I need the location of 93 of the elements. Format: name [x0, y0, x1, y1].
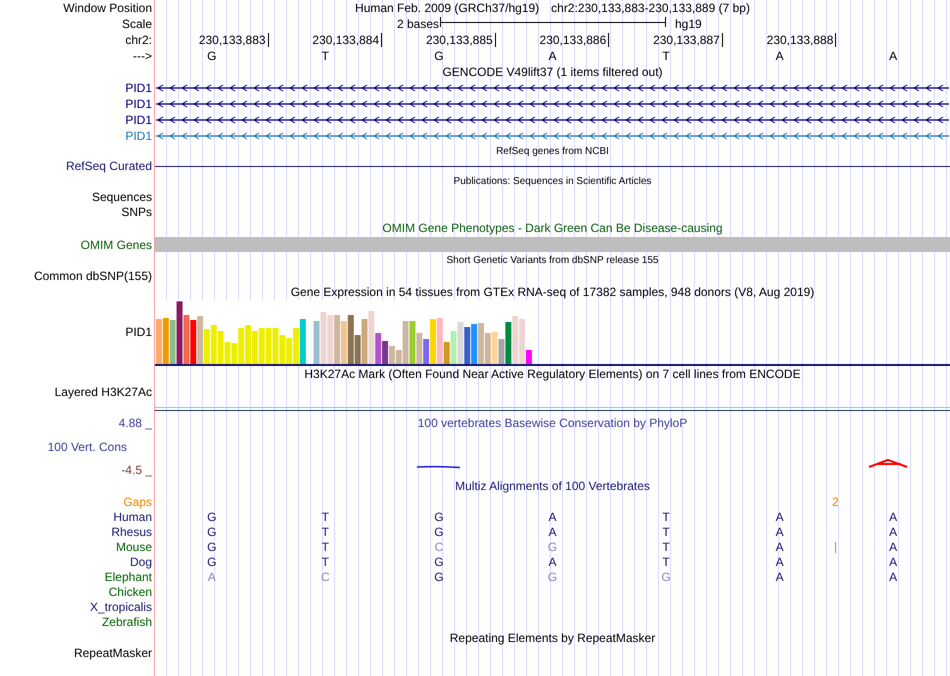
track-label: Gaps [123, 495, 152, 509]
aligned-base: G [434, 555, 444, 569]
aligned-base: G [434, 525, 444, 539]
aligned-base: A [776, 540, 784, 554]
base-letter: A [889, 49, 898, 63]
aligned-base: T [322, 540, 330, 554]
gene-label[interactable]: PID1 [125, 129, 152, 143]
gene-label[interactable]: PID1 [125, 97, 152, 111]
aligned-base: T [662, 540, 670, 554]
aligned-base: G [434, 570, 444, 584]
track-title: OMIM Gene Phenotypes - Dark Green Can Be Disease-causing [382, 221, 723, 235]
gene-label[interactable]: PID1 [125, 113, 152, 127]
track-label: Layered H3K27Ac [54, 385, 152, 399]
track-title: Multiz Alignments of 100 Vertebrates [455, 479, 650, 493]
track-label: RepeatMasker [74, 646, 152, 660]
species-label: Rhesus [111, 525, 152, 539]
aligned-base: A [776, 570, 784, 584]
scale-label: 2 bases [396, 16, 439, 32]
ruler-position: 230,133,885 [426, 33, 496, 47]
aligned-base: G [548, 570, 558, 584]
aligned-base: T [322, 525, 330, 539]
aligned-base: A [548, 525, 556, 539]
aligned-base: A [776, 555, 784, 569]
track-title: 100 vertebrates Basewise Conservation by PhyloP [418, 416, 688, 430]
aligned-base: G [207, 540, 216, 554]
base-letter: A [776, 49, 784, 63]
track-title: RefSeq genes from NCBI [496, 146, 609, 157]
assembly-title: Human Feb. 2009 (GRCh37/hg19) [355, 1, 540, 15]
aligned-base: G [548, 540, 558, 554]
base-letter: A [548, 49, 556, 63]
conservation-signal [416, 466, 460, 468]
base-letter: G [434, 49, 444, 63]
species-label: Dog [130, 555, 152, 569]
track-label: Common dbSNP(155) [34, 269, 152, 283]
aligned-base: T [322, 555, 330, 569]
base-letter: T [662, 49, 670, 63]
base-letter: T [322, 49, 330, 63]
ruler-position: 230,133,888 [766, 33, 836, 47]
aligned-base: C [434, 540, 444, 554]
track-title: Short Genetic Variants from dbSNP release 155 [446, 255, 658, 266]
track-label: chr2: [125, 33, 152, 47]
track-title: GENCODE V49lift37 (1 items filtered out) [442, 65, 663, 79]
track-label: Scale [122, 17, 152, 31]
aligned-base: G [207, 555, 216, 569]
aligned-base: G [207, 510, 216, 524]
ruler-position: 230,133,886 [540, 33, 610, 47]
species-label: X_tropicalis [90, 600, 152, 614]
track-title: Gene Expression in 54 tissues from GTEx RNA-seq of 17382 samples, 948 donors (V8, Aug 2019) [290, 285, 814, 299]
track-label: RefSeq Curated [66, 159, 152, 173]
aligned-base: A [889, 540, 898, 554]
base-letter: G [207, 49, 216, 63]
axis-max-label: 4.88 _ [118, 415, 152, 431]
track-label: ---> [133, 49, 152, 63]
aligned-base: A [889, 555, 898, 569]
aligned-base: T [322, 510, 330, 524]
ruler-position: 230,133,884 [312, 33, 382, 47]
aligned-base: A [548, 555, 556, 569]
track-title: Publications: Sequences in Scientific Articles [454, 176, 652, 187]
track-label: Window Position [63, 1, 152, 15]
species-label: Mouse [116, 540, 152, 554]
aligned-base: G [661, 570, 671, 584]
track-label: 100 Vert. Cons [46, 438, 128, 454]
aligned-base: T [662, 525, 670, 539]
track-label: OMIM Genes [80, 238, 152, 252]
species-label: Zebrafish [102, 615, 152, 629]
track-title: Repeating Elements by RepeatMasker [450, 631, 656, 645]
aligned-base: G [207, 525, 216, 539]
aligned-base: A [776, 525, 784, 539]
species-label: Elephant [104, 570, 152, 584]
track-label: PID1 [125, 324, 152, 340]
aligned-base: A [776, 510, 784, 524]
species-label: Chicken [108, 585, 152, 599]
track-title: H3K27Ac Mark (Often Found Near Active Regulatory Elements) on 7 cell lines from ENCODE [304, 367, 801, 381]
aligned-base: C [321, 570, 330, 584]
aligned-base: T [662, 555, 670, 569]
aligned-base: A [208, 570, 216, 584]
aligned-base: T [662, 510, 670, 524]
axis-min-label: -4.5 _ [120, 462, 152, 478]
aligned-base: G [434, 510, 444, 524]
conservation-peak [868, 458, 908, 468]
aligned-base: A [889, 525, 898, 539]
track-label: Sequences [92, 190, 152, 204]
aligned-base: A [889, 510, 898, 524]
assembly-label: hg19 [675, 16, 702, 32]
ruler-position: 230,133,887 [653, 33, 723, 47]
aligned-base: A [548, 510, 556, 524]
aligned-base: A [889, 570, 898, 584]
gene-label[interactable]: PID1 [125, 81, 152, 95]
species-label: Human [113, 510, 152, 524]
gap-count: 2 [832, 495, 839, 510]
track-label: SNPs [121, 205, 152, 219]
ruler-position: 230,133,883 [198, 33, 269, 47]
position-text: chr2:230,133,883-230,133,889 (7 bp) [551, 1, 750, 15]
